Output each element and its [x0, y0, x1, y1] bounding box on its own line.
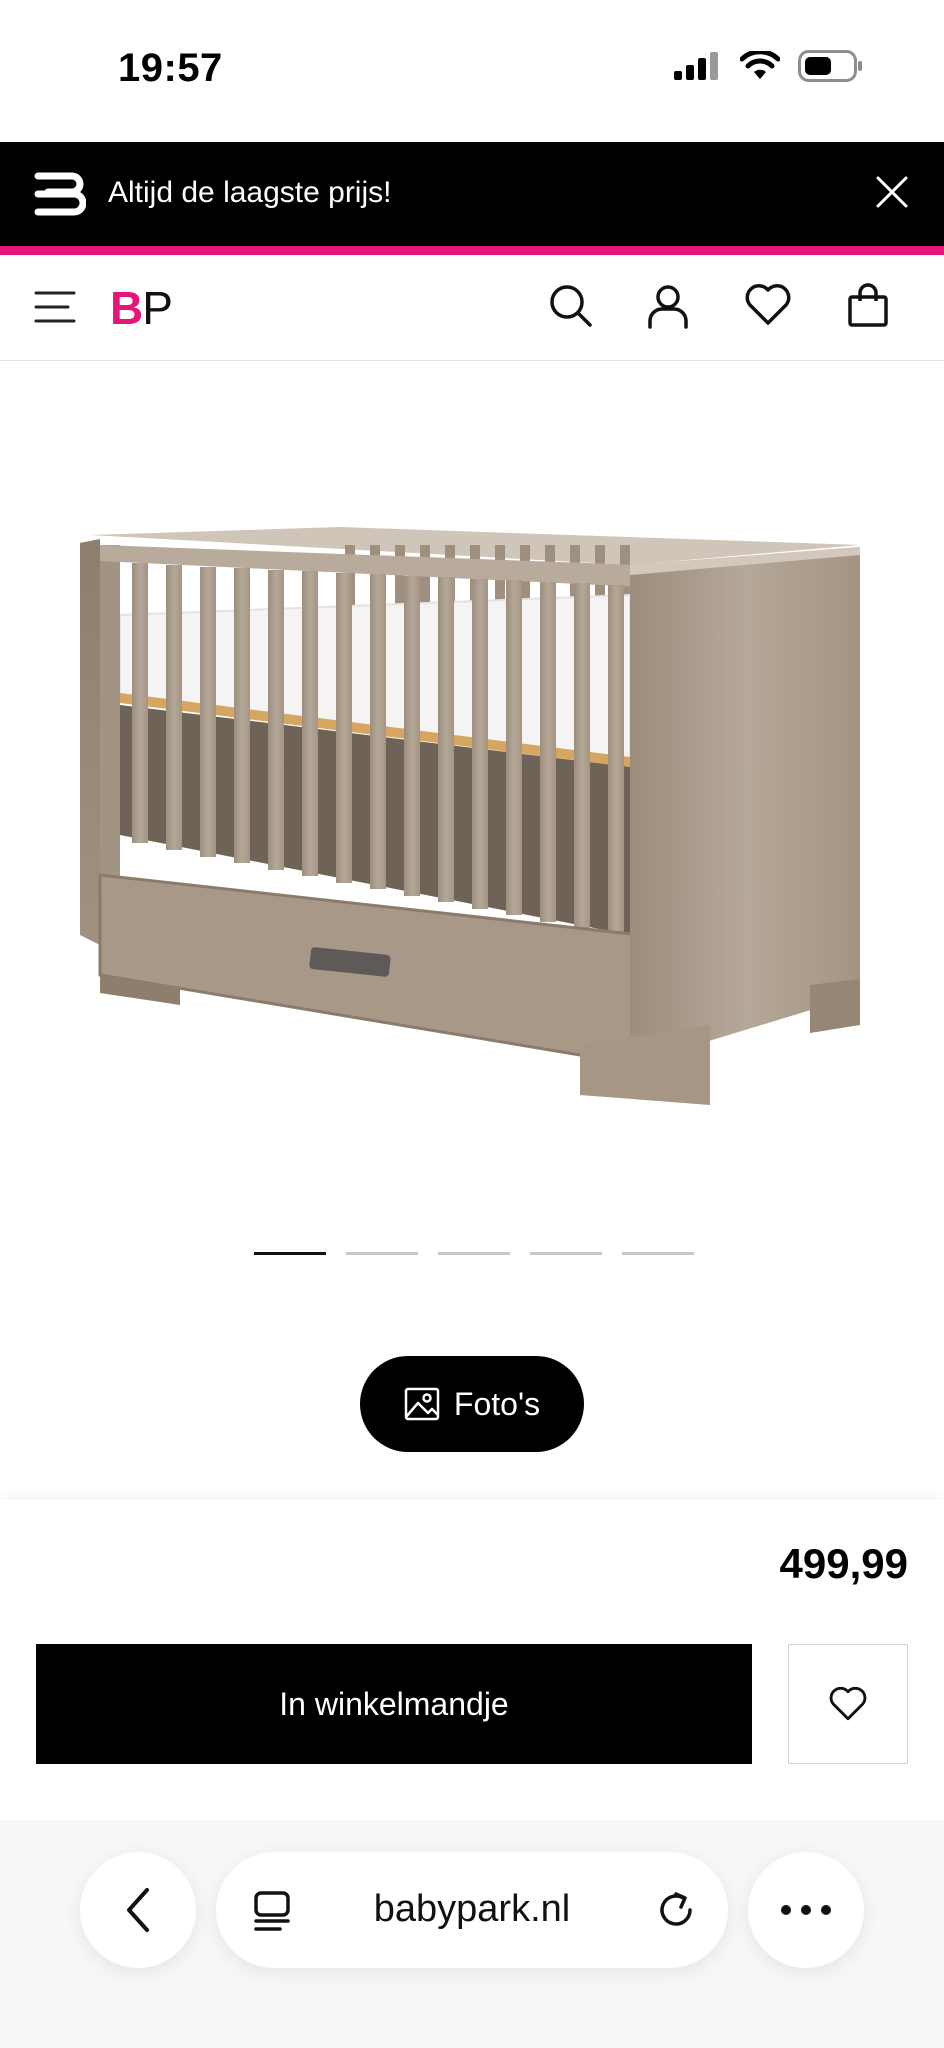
- browser-toolbar: babypark.nl: [0, 1820, 944, 2048]
- carousel-dot-2[interactable]: [346, 1252, 418, 1255]
- status-time: 19:57: [118, 46, 223, 90]
- add-to-cart-button[interactable]: In winkelmandje: [36, 1644, 752, 1764]
- status-bar: 19:57: [0, 0, 944, 142]
- reload-icon[interactable]: [654, 1888, 698, 1932]
- more-options-button[interactable]: [748, 1852, 864, 1968]
- brand-logo-b: B: [110, 282, 143, 334]
- promo-text: Altijd de laagste prijs!: [108, 176, 392, 209]
- more-dots-icon: [781, 1905, 831, 1915]
- promo-accent-stripe: [0, 246, 944, 255]
- babypark-b-logo-icon: [34, 172, 86, 216]
- menu-icon[interactable]: [34, 287, 76, 327]
- site-header: BP: [0, 255, 944, 361]
- shopping-bag-icon[interactable]: [846, 283, 890, 329]
- signal-icon: [674, 52, 718, 80]
- address-bar[interactable]: babypark.nl: [216, 1852, 728, 1968]
- carousel-dot-5[interactable]: [622, 1252, 694, 1255]
- close-icon[interactable]: [874, 174, 910, 210]
- back-button[interactable]: [80, 1852, 196, 1968]
- promo-banner: Altijd de laagste prijs!: [0, 142, 944, 246]
- brand-logo-p: P: [142, 282, 173, 334]
- photos-button[interactable]: Foto's: [360, 1356, 584, 1452]
- brand-logo[interactable]: BP: [110, 281, 173, 335]
- carousel-dot-3[interactable]: [438, 1252, 510, 1255]
- back-chevron-icon: [127, 1888, 149, 1932]
- photos-button-label: Foto's: [453, 1385, 541, 1422]
- baby-crib-image[interactable]: [70, 505, 870, 1145]
- account-icon[interactable]: [646, 283, 690, 329]
- search-icon[interactable]: [548, 283, 594, 329]
- product-price: 499,99: [779, 1540, 908, 1587]
- add-to-cart-label: In winkelmandje: [279, 1685, 509, 1722]
- add-to-wishlist-button[interactable]: [788, 1644, 908, 1764]
- image-carousel-indicators: [254, 1252, 694, 1255]
- image-icon: [404, 1387, 440, 1421]
- battery-icon: [798, 50, 862, 82]
- heart-outline-icon: [829, 1686, 867, 1721]
- carousel-dot-1[interactable]: [254, 1252, 326, 1255]
- url-text: babypark.nl: [373, 1888, 571, 1930]
- wifi-icon: [740, 51, 780, 79]
- wishlist-heart-icon[interactable]: [744, 283, 792, 327]
- status-icons: [674, 50, 864, 82]
- carousel-dot-4[interactable]: [530, 1252, 602, 1255]
